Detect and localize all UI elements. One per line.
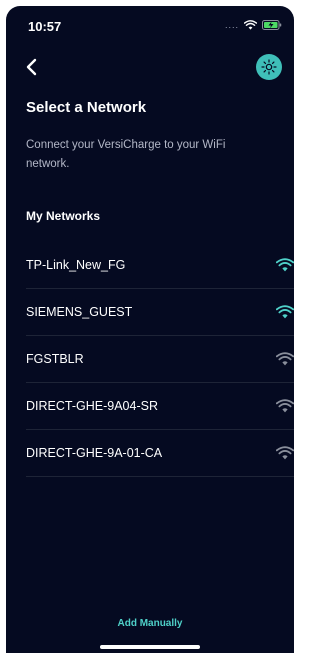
theme-toggle-button[interactable]: [256, 54, 282, 80]
wifi-weak-icon: [276, 399, 294, 413]
network-item[interactable]: TP-Link_New_FG: [26, 242, 294, 289]
section-label-my-networks: My Networks: [26, 209, 101, 223]
nav-bar: [6, 52, 294, 86]
battery-charging-icon: [262, 20, 282, 30]
network-item[interactable]: FGSTBLR: [26, 336, 294, 383]
chevron-left-icon: [26, 58, 37, 76]
home-indicator: [100, 645, 200, 649]
network-name: DIRECT-GHE-9A-01-CA: [26, 446, 163, 460]
network-name: SIEMENS_GUEST: [26, 305, 133, 319]
status-icons: ....: [225, 20, 282, 30]
page-subtitle: Connect your VersiCharge to your WiFi ne…: [26, 139, 226, 170]
wifi-strong-icon: [276, 305, 294, 319]
sun-icon: [261, 59, 277, 75]
wifi-weak-icon: [276, 352, 294, 366]
network-name: TP-Link_New_FG: [26, 258, 126, 272]
wifi-strong-icon: [276, 258, 294, 272]
page-title: Select a Network: [26, 99, 147, 116]
status-bar: 10:57 ....: [6, 6, 294, 46]
network-list: TP-Link_New_FG SIEMENS_GUEST FGSTBLR DIR…: [26, 242, 294, 477]
network-item[interactable]: DIRECT-GHE-9A-01-CA: [26, 430, 294, 477]
network-item[interactable]: DIRECT-GHE-9A04-SR: [26, 383, 294, 430]
back-button[interactable]: [20, 56, 42, 78]
status-time: 10:57: [28, 19, 62, 34]
network-name: DIRECT-GHE-9A04-SR: [26, 399, 158, 413]
wifi-weak-icon: [276, 446, 294, 460]
app-screen: 10:57 .... Select a Network Connect your…: [6, 6, 294, 653]
wifi-icon: [244, 20, 257, 30]
network-item[interactable]: SIEMENS_GUEST: [26, 289, 294, 336]
add-manually-button[interactable]: Add Manually: [6, 618, 294, 629]
carrier-signal: ....: [224, 20, 239, 30]
network-name: FGSTBLR: [26, 352, 84, 366]
